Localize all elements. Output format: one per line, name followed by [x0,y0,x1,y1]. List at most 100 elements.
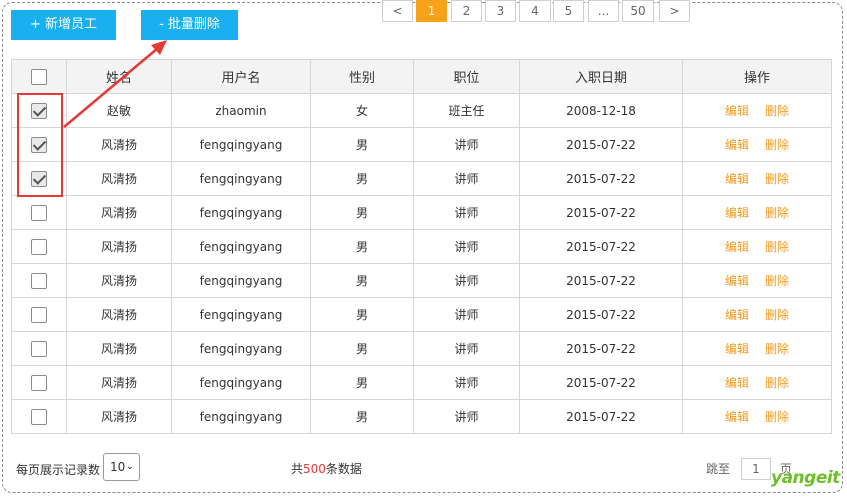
cell-position: 讲师 [413,297,520,332]
total-suffix: 条数据 [325,462,362,476]
edit-link[interactable]: 编辑 [725,240,749,254]
row-select-cell[interactable] [11,331,67,366]
chevron-down-icon: ⌄ [125,461,134,472]
cell-name: 风清扬 [66,127,172,162]
cell-position: 讲师 [413,229,520,264]
row-checkbox[interactable] [31,374,47,391]
page-button-50[interactable]: 50 [622,0,654,22]
edit-link[interactable]: 编辑 [725,308,749,322]
delete-link[interactable]: 删除 [765,274,789,288]
brand-logo: yangeit [771,468,840,488]
delete-link[interactable]: 删除 [765,376,789,390]
header-position: 职位 [413,59,520,94]
delete-link[interactable]: 删除 [765,172,789,186]
header-entry-date: 入职日期 [519,59,683,94]
cell-position: 讲师 [413,331,520,366]
edit-link[interactable]: 编辑 [725,410,749,424]
cell-actions: 编辑 删除 [682,127,832,162]
row-checkbox[interactable] [31,408,47,425]
edit-link[interactable]: 编辑 [725,274,749,288]
delete-link[interactable]: 删除 [765,138,789,152]
cell-position: 讲师 [413,161,520,196]
row-checkbox[interactable] [31,238,47,255]
row-checkbox[interactable] [31,272,47,289]
cell-entry-date: 2015-07-22 [519,399,683,434]
cell-actions: 编辑 删除 [682,93,832,128]
cell-position: 讲师 [413,263,520,298]
cell-name: 风清扬 [66,365,172,400]
edit-link[interactable]: 编辑 [725,376,749,390]
delete-link[interactable]: 删除 [765,308,789,322]
row-select-cell[interactable] [11,93,67,128]
batch-delete-button[interactable]: - 批量删除 [141,10,238,40]
row-checkbox[interactable] [31,204,47,221]
table-row: 风清扬 fengqingyang 男讲师 2015-07-22 编辑 删除 [11,229,832,264]
row-select-cell[interactable] [11,399,67,434]
row-checkbox[interactable] [31,136,47,153]
cell-gender: 男 [310,297,414,332]
row-checkbox[interactable] [31,340,47,357]
cell-position: 班主任 [413,93,520,128]
edit-link[interactable]: 编辑 [725,172,749,186]
cell-name: 风清扬 [66,263,172,298]
table-row: 风清扬 fengqingyang 男讲师 2015-07-22 编辑 删除 [11,195,832,230]
edit-link[interactable]: 编辑 [725,104,749,118]
add-employee-button[interactable]: + 新增员工 [11,10,116,40]
cell-username: fengqingyang [171,161,311,196]
cell-actions: 编辑 删除 [682,331,832,366]
table-row: 风清扬 fengqingyang 男讲师 2015-07-22 编辑 删除 [11,365,832,400]
cell-entry-date: 2015-07-22 [519,127,683,162]
cell-name: 风清扬 [66,229,172,264]
table-row: 赵敏 zhaomin 女班主任 2008-12-18 编辑 删除 [11,93,832,128]
cell-name: 赵敏 [66,93,172,128]
header-gender: 性别 [310,59,414,94]
cell-username: fengqingyang [171,127,311,162]
cell-username: fengqingyang [171,229,311,264]
cell-gender: 男 [310,161,414,196]
page-button-4[interactable]: 4 [519,0,551,22]
jump-page-input[interactable]: 1 [741,458,771,480]
edit-link[interactable]: 编辑 [725,342,749,356]
row-checkbox[interactable] [31,170,47,187]
cell-name: 风清扬 [66,399,172,434]
delete-link[interactable]: 删除 [765,240,789,254]
page-button-5[interactable]: 5 [553,0,584,22]
row-select-cell[interactable] [11,127,67,162]
cell-entry-date: 2015-07-22 [519,365,683,400]
cell-actions: 编辑 删除 [682,263,832,298]
cell-actions: 编辑 删除 [682,195,832,230]
row-checkbox[interactable] [31,306,47,323]
cell-name: 风清扬 [66,195,172,230]
page-size-select[interactable]: 10 ⌄ [103,453,140,481]
cell-username: fengqingyang [171,297,311,332]
cell-username: zhaomin [171,93,311,128]
cell-username: fengqingyang [171,331,311,366]
page-size-value: 10 [110,460,126,474]
edit-link[interactable]: 编辑 [725,206,749,220]
cell-name: 风清扬 [66,331,172,366]
page-prev-button[interactable]: < [382,0,413,22]
row-select-cell[interactable] [11,161,67,196]
row-select-cell[interactable] [11,297,67,332]
table-header-row: 姓名 用户名 性别 职位 入职日期 操作 [11,59,832,94]
select-all-checkbox[interactable] [31,68,47,85]
delete-link[interactable]: 删除 [765,342,789,356]
row-select-cell[interactable] [11,263,67,298]
table-row: 风清扬 fengqingyang 男讲师 2015-07-22 编辑 删除 [11,161,832,196]
select-all-cell[interactable] [11,59,67,94]
row-select-cell[interactable] [11,365,67,400]
row-checkbox[interactable] [31,102,47,119]
page-button-3[interactable]: 3 [485,0,516,22]
edit-link[interactable]: 编辑 [725,138,749,152]
header-name: 姓名 [66,59,172,94]
page-button-2[interactable]: 2 [451,0,482,22]
page-button-1[interactable]: 1 [416,0,447,22]
delete-link[interactable]: 删除 [765,410,789,424]
row-select-cell[interactable] [11,229,67,264]
cell-position: 讲师 [413,195,520,230]
row-select-cell[interactable] [11,195,67,230]
page-next-button[interactable]: > [659,0,690,22]
delete-link[interactable]: 删除 [765,104,789,118]
delete-link[interactable]: 删除 [765,206,789,220]
cell-position: 讲师 [413,365,520,400]
